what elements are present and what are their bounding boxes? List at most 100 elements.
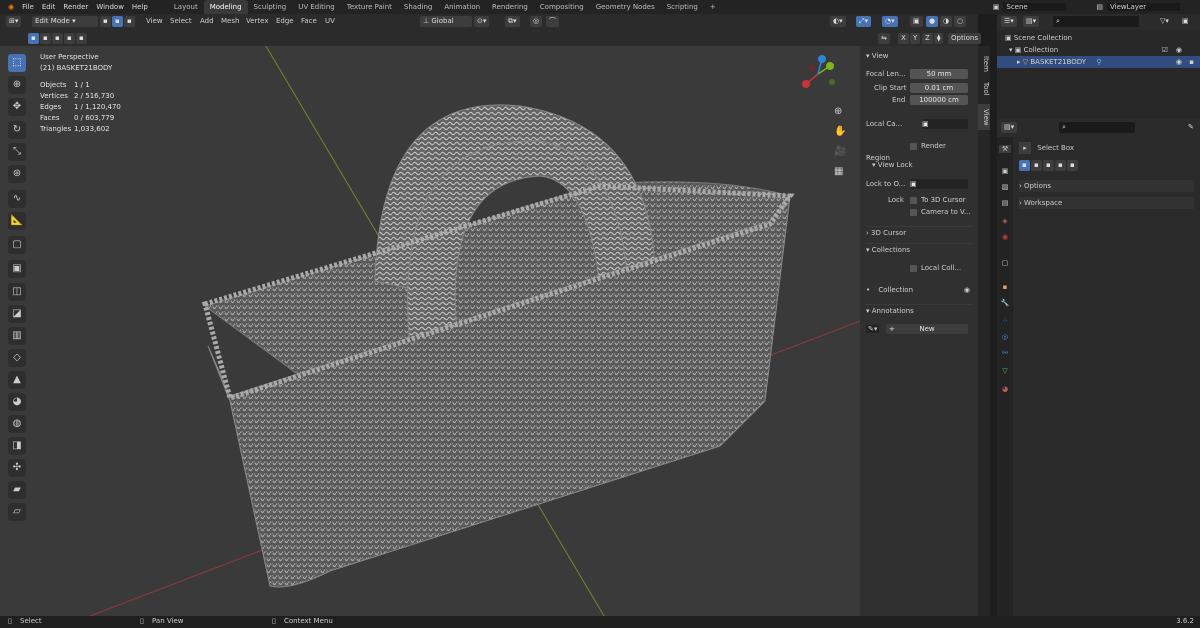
poly-build-tool-icon[interactable]: ▲ bbox=[8, 371, 26, 389]
transform-tool-icon[interactable]: ⊛ bbox=[8, 165, 26, 183]
xray-icon[interactable]: ▣ bbox=[910, 16, 923, 27]
view-section-header[interactable]: ▾ View bbox=[866, 50, 972, 62]
menu-render[interactable]: Render bbox=[63, 3, 88, 11]
3d-viewport[interactable]: ⬚ ⊕ ✥ ↻ ⤡ ⊛ ∿ 📐 ▢ ▣ ◫ ◪ ▥ ◇ ▲ ◕ ◍ ◨ ✣ ▰ … bbox=[0, 46, 860, 616]
spin-tool-icon[interactable]: ◕ bbox=[8, 393, 26, 411]
pan-hand-icon[interactable]: ✋ bbox=[834, 126, 846, 137]
local-camera-field[interactable]: ▣ bbox=[922, 119, 968, 129]
mirror-icon[interactable]: ⇋ bbox=[878, 33, 890, 44]
eye-icon[interactable]: ◉ bbox=[964, 284, 970, 296]
overlay-toggle-icon[interactable]: ◔▾ bbox=[882, 16, 898, 27]
lock-object-field[interactable]: ▣ bbox=[910, 179, 968, 189]
collection-tab-icon[interactable]: ▢ bbox=[999, 259, 1011, 267]
data-tab-icon[interactable]: ▽ bbox=[999, 367, 1011, 375]
tool-tab-icon[interactable]: ⚒ bbox=[999, 145, 1011, 153]
menu-window[interactable]: Window bbox=[96, 3, 124, 11]
select-mode-intersect-icon[interactable]: ▪ bbox=[76, 33, 87, 44]
tab-texture-paint[interactable]: Texture Paint bbox=[341, 0, 398, 14]
eye-icon[interactable]: ◉ bbox=[1176, 44, 1182, 56]
mirror-x-button[interactable]: X bbox=[898, 33, 909, 44]
tab-view[interactable]: View bbox=[978, 104, 990, 130]
checkbox-icon[interactable]: ☑ bbox=[1162, 44, 1168, 56]
annotation-layer-icon[interactable]: ✎▾ bbox=[866, 325, 880, 333]
display-mode-icon[interactable]: ▤▾ bbox=[1023, 16, 1040, 27]
mode-selector[interactable]: Edit Mode ▾ bbox=[32, 16, 98, 27]
particles-tab-icon[interactable]: ⁘ bbox=[999, 317, 1011, 325]
falloff-icon[interactable]: ⌒ bbox=[546, 16, 559, 27]
header-menu-mesh[interactable]: Mesh bbox=[221, 17, 239, 25]
header-menu-face[interactable]: Face bbox=[301, 17, 317, 25]
mirror-z-button[interactable]: Z bbox=[922, 33, 933, 44]
visibility-icon[interactable]: ◐▾ bbox=[830, 16, 846, 27]
shear-tool-icon[interactable]: ▰ bbox=[8, 481, 26, 499]
clip-start-field[interactable]: 0.01 cm bbox=[910, 83, 968, 93]
modifier-tab-icon[interactable]: 🔧 bbox=[999, 299, 1011, 307]
proportional-edit-icon[interactable]: ◎ bbox=[530, 16, 543, 27]
shading-rendered-icon[interactable]: ○ bbox=[954, 16, 967, 27]
tab-tool[interactable]: Tool bbox=[978, 82, 990, 96]
zoom-icon[interactable]: ⊕ bbox=[834, 106, 842, 117]
camera-to-view-checkbox[interactable]: Camera to V... bbox=[866, 206, 972, 218]
edge-select-button[interactable]: ▪ bbox=[112, 16, 123, 27]
options-section[interactable]: › Options bbox=[1019, 180, 1194, 192]
add-workspace-button[interactable]: + bbox=[704, 0, 722, 14]
prop-mode-new-icon[interactable]: ▪ bbox=[1019, 160, 1030, 171]
material-tab-icon[interactable]: ◕ bbox=[999, 385, 1011, 393]
new-collection-icon[interactable]: ▣ bbox=[1179, 16, 1192, 27]
topology-mirror-icon[interactable]: ⧫ bbox=[934, 33, 944, 44]
extrude-tool-icon[interactable]: ▣ bbox=[8, 260, 26, 278]
camera-icon[interactable]: ▪ bbox=[1189, 56, 1194, 68]
select-box-icon[interactable]: ▸ bbox=[1019, 142, 1031, 154]
properties-type-icon[interactable]: ▤▾ bbox=[1001, 122, 1018, 133]
physics-tab-icon[interactable]: ◎ bbox=[999, 333, 1011, 341]
face-select-button[interactable]: ▪ bbox=[124, 16, 135, 27]
edge-slide-tool-icon[interactable]: ◨ bbox=[8, 437, 26, 455]
camera-view-icon[interactable]: 🎥 bbox=[834, 146, 846, 157]
tab-sculpting[interactable]: Sculpting bbox=[248, 0, 293, 14]
menu-file[interactable]: File bbox=[22, 3, 34, 11]
gizmo-toggle-icon[interactable]: ⤢▾ bbox=[856, 16, 872, 27]
editor-type-icon[interactable]: ⊞▾ bbox=[6, 16, 22, 27]
tab-animation[interactable]: Animation bbox=[438, 0, 486, 14]
render-region-checkbox[interactable]: Render Region bbox=[866, 140, 972, 162]
scene-selector[interactable]: Scene bbox=[1003, 3, 1067, 11]
annotations-section[interactable]: ▾ Annotations bbox=[866, 304, 972, 317]
header-menu-vertex[interactable]: Vertex bbox=[246, 17, 269, 25]
blender-logo-icon[interactable]: ◉ bbox=[8, 3, 14, 11]
output-tab-icon[interactable]: ▨ bbox=[999, 183, 1011, 191]
3d-cursor-section[interactable]: › 3D Cursor bbox=[866, 226, 972, 239]
select-mode-subtract-icon[interactable]: ▪ bbox=[52, 33, 63, 44]
pin-icon[interactable]: ✎ bbox=[1185, 122, 1197, 133]
new-annotation-button[interactable]: + New bbox=[886, 324, 968, 334]
header-menu-edge[interactable]: Edge bbox=[276, 17, 294, 25]
tab-item[interactable]: Item bbox=[978, 56, 990, 72]
shading-material-icon[interactable]: ◑ bbox=[940, 16, 953, 27]
tab-uv-editing[interactable]: UV Editing bbox=[292, 0, 341, 14]
snap-icon[interactable]: ⧉▾ bbox=[505, 16, 520, 27]
tab-modeling[interactable]: Modeling bbox=[203, 0, 248, 14]
header-menu-select[interactable]: Select bbox=[170, 17, 192, 25]
shading-solid-icon[interactable]: ● bbox=[926, 16, 939, 27]
lock-to-cursor-checkbox[interactable]: Lock To 3D Cursor bbox=[866, 194, 972, 206]
prop-mode-subtract-icon[interactable]: ▪ bbox=[1043, 160, 1054, 171]
local-collections-checkbox[interactable]: Local Coll... bbox=[866, 262, 972, 274]
gizmo-x-icon[interactable] bbox=[802, 80, 810, 88]
menu-edit[interactable]: Edit bbox=[42, 3, 56, 11]
tab-compositing[interactable]: Compositing bbox=[534, 0, 590, 14]
bevel-tool-icon[interactable]: ◪ bbox=[8, 305, 26, 323]
select-mode-new-icon[interactable]: ▪ bbox=[28, 33, 39, 44]
orientation-selector[interactable]: ⊥ Global bbox=[420, 16, 472, 27]
workspace-section[interactable]: › Workspace bbox=[1019, 197, 1194, 209]
scene-tab-icon[interactable]: ◈ bbox=[999, 217, 1011, 225]
outliner-type-icon[interactable]: ☰▾ bbox=[1001, 16, 1017, 27]
rotate-tool-icon[interactable]: ↻ bbox=[8, 121, 26, 139]
prop-mode-invert-icon[interactable]: ▪ bbox=[1055, 160, 1066, 171]
header-menu-uv[interactable]: UV bbox=[325, 17, 335, 25]
annotate-tool-icon[interactable]: ∿ bbox=[8, 190, 26, 208]
object-item[interactable]: ▸ ▽ BASKET21BODY ⚲ ◉ ▪ bbox=[997, 56, 1200, 68]
pivot-icon[interactable]: ⊙▾ bbox=[474, 16, 490, 27]
header-menu-view[interactable]: View bbox=[146, 17, 163, 25]
render-tab-icon[interactable]: ▣ bbox=[999, 167, 1011, 175]
scene-collection-item[interactable]: ▣ Scene Collection bbox=[1005, 32, 1194, 44]
options-button[interactable]: Options ▾ bbox=[948, 33, 982, 53]
